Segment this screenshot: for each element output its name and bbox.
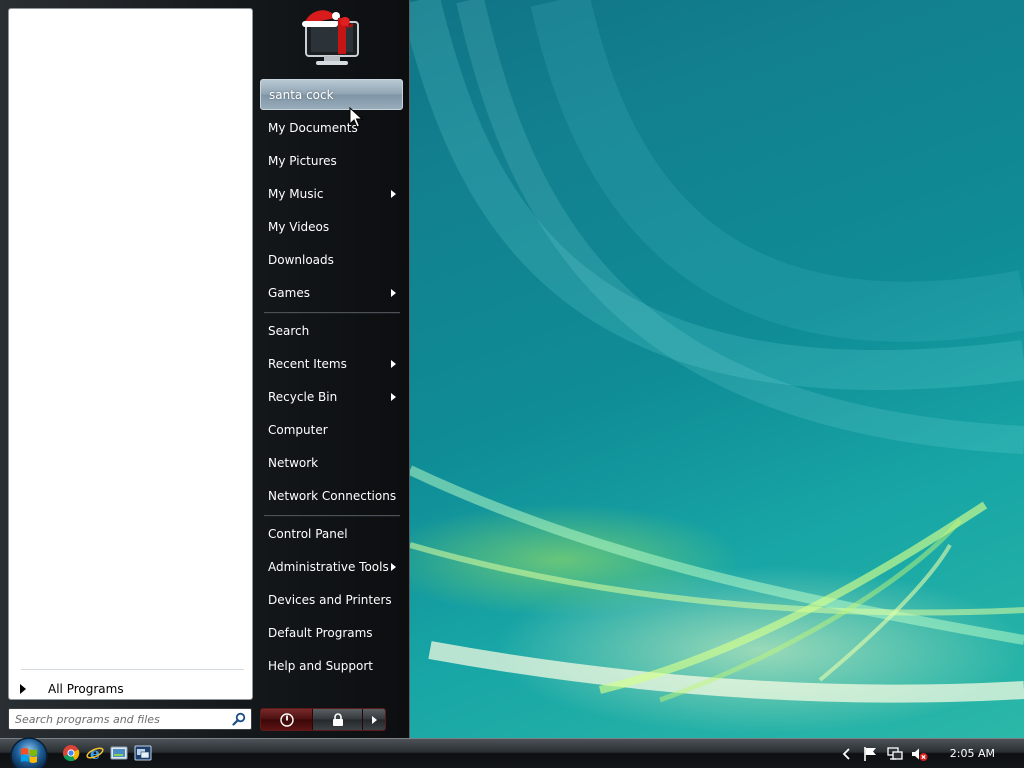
arrow-right-icon xyxy=(372,715,377,724)
submenu-arrow-icon xyxy=(391,189,396,198)
menu-item-default-programs[interactable]: Default Programs xyxy=(260,617,403,648)
lock-button[interactable] xyxy=(313,709,363,730)
menu-item-administrative-tools[interactable]: Administrative Tools xyxy=(260,551,403,582)
menu-item-games[interactable]: Games xyxy=(260,277,403,308)
menu-item-search[interactable]: Search xyxy=(260,315,403,346)
submenu-arrow-icon xyxy=(391,392,396,401)
menu-item-control-panel[interactable]: Control Panel xyxy=(260,518,403,549)
user-folder-link[interactable]: santa cock xyxy=(260,79,403,110)
shutdown-button[interactable] xyxy=(261,709,313,730)
menu-item-label: My Documents xyxy=(268,120,358,135)
menu-item-label: Network Connections xyxy=(268,488,397,503)
menu-item-label: Games xyxy=(268,285,310,300)
menu-item-label: Control Panel xyxy=(268,526,348,541)
clock[interactable]: 2:05 AM xyxy=(950,747,995,760)
search-icon[interactable] xyxy=(232,712,246,726)
menu-item-help-and-support[interactable]: Help and Support xyxy=(260,650,403,681)
menu-item-label: Devices and Printers xyxy=(268,592,392,607)
action-center-flag-icon[interactable] xyxy=(862,746,880,762)
menu-item-network-connections[interactable]: Network Connections xyxy=(260,480,403,511)
network-icon[interactable] xyxy=(886,746,904,762)
chrome-icon[interactable] xyxy=(62,744,80,762)
search-box[interactable] xyxy=(8,708,252,730)
lock-icon xyxy=(332,712,343,726)
all-programs-label: All Programs xyxy=(48,682,124,696)
all-programs-separator xyxy=(21,669,244,670)
menu-item-my-pictures[interactable]: My Pictures xyxy=(260,145,403,176)
power-buttons xyxy=(260,708,386,731)
menu-item-label: Recycle Bin xyxy=(268,389,338,404)
menu-separator xyxy=(264,312,400,313)
menu-item-label: Search xyxy=(268,323,310,338)
menu-item-label: My Pictures xyxy=(268,153,337,168)
menu-item-label: Help and Support xyxy=(268,658,373,673)
menu-item-label: Default Programs xyxy=(268,625,373,640)
menu-item-recycle-bin[interactable]: Recycle Bin xyxy=(260,381,403,412)
menu-item-label: Computer xyxy=(268,422,328,437)
menu-item-label: santa cock xyxy=(269,87,334,102)
menu-item-label: Network xyxy=(268,455,319,470)
menu-item-downloads[interactable]: Downloads xyxy=(260,244,403,275)
submenu-arrow-icon xyxy=(391,562,396,571)
triangle-right-icon xyxy=(20,684,26,694)
menu-item-recent-items[interactable]: Recent Items xyxy=(260,348,403,379)
show-hidden-icons-chevron[interactable] xyxy=(838,746,856,762)
menu-item-my-documents[interactable]: My Documents xyxy=(260,112,403,143)
start-button[interactable] xyxy=(9,736,49,768)
power-icon xyxy=(279,712,294,727)
menu-item-devices-and-printers[interactable]: Devices and Printers xyxy=(260,584,403,615)
submenu-arrow-icon xyxy=(391,359,396,368)
menu-item-label: Administrative Tools xyxy=(268,559,389,574)
mouse-cursor-icon xyxy=(349,107,363,128)
menu-item-label: My Videos xyxy=(268,219,330,234)
menu-item-my-videos[interactable]: My Videos xyxy=(260,211,403,242)
volume-muted-icon[interactable] xyxy=(910,746,928,762)
svg-text:e: e xyxy=(90,744,100,762)
all-programs-button[interactable]: All Programs xyxy=(17,678,247,700)
search-input[interactable] xyxy=(15,709,225,729)
show-desktop-icon[interactable] xyxy=(110,744,128,762)
programs-pane: All Programs xyxy=(8,8,253,700)
quick-launch: e xyxy=(62,744,152,762)
shutdown-options-button[interactable] xyxy=(363,709,385,730)
user-picture-icon[interactable] xyxy=(298,4,366,70)
menu-item-network[interactable]: Network xyxy=(260,447,403,478)
menu-item-my-music[interactable]: My Music xyxy=(260,178,403,209)
switch-windows-icon[interactable] xyxy=(134,744,152,762)
menu-item-computer[interactable]: Computer xyxy=(260,414,403,445)
menu-item-label: My Music xyxy=(268,186,324,201)
menu-item-label: Recent Items xyxy=(268,356,347,371)
internet-explorer-icon[interactable]: e xyxy=(86,744,104,762)
menu-item-label: Downloads xyxy=(268,252,334,267)
system-tray: 2:05 AM xyxy=(838,739,1024,768)
submenu-arrow-icon xyxy=(391,288,396,297)
taskbar: e 2:05 AM xyxy=(0,736,1024,768)
menu-separator xyxy=(264,515,400,516)
